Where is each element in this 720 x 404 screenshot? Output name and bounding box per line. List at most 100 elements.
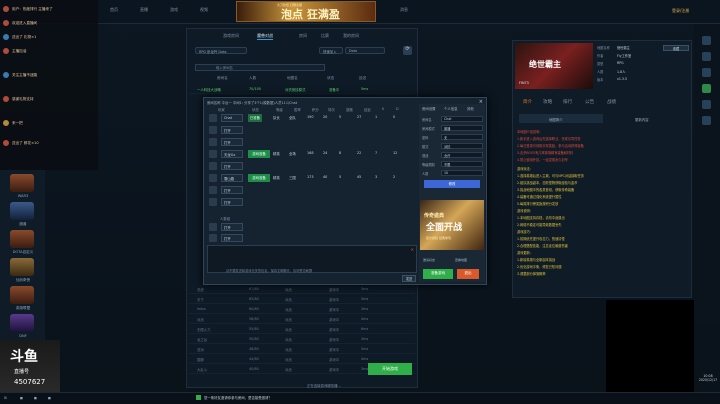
slot-select[interactable]: 打开	[221, 126, 243, 134]
info-value: 1-8人	[617, 70, 626, 74]
tab-notice[interactable]: 公告	[585, 99, 594, 105]
room-search-input[interactable]: 输入房间名	[195, 64, 325, 71]
slot-select[interactable]: 天龙Gx	[221, 150, 243, 158]
nav-item-live[interactable]: 直播	[140, 7, 148, 13]
col-map: 地图名	[287, 76, 298, 80]
chat-input[interactable]: 请不要发送和游戏无关的信息，保持文明聊天。请勿恶意刷屏 ✕	[207, 245, 417, 273]
tab-guide[interactable]: 攻略	[543, 99, 552, 105]
view-map-button[interactable]: 查看地图	[455, 258, 481, 263]
tab-game-rooms[interactable]: 游戏房间	[223, 33, 239, 39]
refresh-icon[interactable]: ⟳	[403, 46, 412, 55]
tab-record[interactable]: 战绩	[607, 99, 616, 105]
modify-button[interactable]: 修改	[424, 180, 480, 188]
start-game-button[interactable]: 开始游戏	[368, 363, 412, 375]
tab-match[interactable]: 比赛	[321, 33, 329, 39]
nav-item-home[interactable]: 首页	[110, 7, 118, 13]
slot-select[interactable]: 雪山路	[221, 174, 243, 182]
player-cell: 2	[393, 175, 396, 179]
nav-item-video[interactable]: 视频	[200, 7, 208, 13]
tab-other[interactable]: 其他	[467, 106, 474, 111]
invite-friends-button[interactable]: 邀请好友	[423, 258, 441, 263]
player-slot[interactable]: 打开	[207, 137, 417, 147]
game-tile[interactable]	[10, 230, 34, 248]
promo-ad[interactable]: 传奇盛典 全面开战 官方授权 经典重现	[420, 200, 484, 250]
table-row[interactable]: 对战 58/80 对战 游戏中 4ms	[189, 315, 415, 324]
player-slot[interactable]: 打开	[207, 197, 417, 207]
player-slot[interactable]: Chat 已准备 队长 全队 190 20 5 27 1 0	[207, 113, 417, 123]
setting-field[interactable]: 允许	[441, 152, 483, 158]
tab-rank[interactable]: 排行	[563, 99, 572, 105]
slot-select[interactable]: 打开	[221, 198, 243, 206]
sidebar-icon[interactable]	[702, 84, 711, 93]
tab-rooms[interactable]: 房间	[299, 33, 307, 39]
top-banner-ad[interactable]: 大刀砍怪 打爆全服 泡点 狂满盈	[236, 1, 376, 22]
sidebar-icon[interactable]	[702, 36, 711, 45]
nav-item-games[interactable]: 游戏	[170, 7, 178, 13]
favorite-button[interactable]: 收藏	[663, 45, 689, 51]
game-tile[interactable]	[10, 314, 34, 332]
sidebar-icon[interactable]	[702, 52, 711, 61]
invite-notification[interactable]: 您一条好友邀请你参与房间，是否接受邀请？	[196, 394, 346, 402]
team2-slot[interactable]: 打开	[207, 222, 417, 232]
game-tile[interactable]	[10, 286, 34, 304]
game-tile[interactable]	[10, 202, 34, 220]
sidebar-icon[interactable]	[702, 116, 711, 125]
setting-field[interactable]: 10	[441, 170, 483, 176]
avatar	[3, 48, 9, 54]
taskbar-app-icon[interactable]: ◼	[48, 396, 51, 400]
game-tile[interactable]	[10, 174, 34, 192]
taskbar-app-icon[interactable]: ◼	[20, 396, 23, 400]
player-slot[interactable]: 打开	[207, 185, 417, 195]
start-menu-icon[interactable]: ⊞	[4, 396, 7, 400]
player-slot[interactable]: 打开	[207, 125, 417, 135]
leave-button[interactable]: 退出	[457, 269, 479, 279]
description-line: 2.网络不稳定可能导致数据丢失	[517, 223, 562, 227]
quick-join-button[interactable]: 快速加入	[319, 47, 343, 54]
table-row[interactable]: 亚洲 48/80 对战 游戏中 5ms	[189, 345, 415, 354]
nav-item-messages[interactable]: 消息	[400, 7, 408, 13]
table-row[interactable]: Imba 60/80 对战 游戏中 3ms	[189, 305, 415, 314]
taskbar-app-icon[interactable]: ◼	[34, 396, 37, 400]
login-link[interactable]: 登录/注册	[672, 8, 689, 14]
description-line: 1.本地图支持存档，请勿中途退出	[517, 216, 565, 220]
tab-room-settings[interactable]: 房间设置	[422, 106, 436, 111]
slot-select[interactable]: Chat	[221, 114, 243, 122]
clear-icon[interactable]: ✕	[411, 247, 414, 252]
subtab-map-intro[interactable]: 地图简介	[549, 117, 563, 122]
table-row[interactable]: 龙之谷 50/80 对战 游戏中 3ms	[189, 335, 415, 344]
table-row[interactable]: 一人科技大战略 70/100 对抗竞技模式 准备中 5ms	[189, 85, 415, 94]
player-slot[interactable]: 打开	[207, 161, 417, 171]
player-cell: 40	[323, 175, 328, 179]
player-slot[interactable]: 雪山路 游戏准备 精英 三国 173 40 5 45 3 2	[207, 173, 417, 183]
map-filter-select[interactable]: RPG 卧龙吟 Dota	[195, 47, 247, 54]
slot-select[interactable]: 打开	[221, 162, 243, 170]
table-row[interactable]: 天下 65/80 对战 游戏中 5ms	[189, 295, 415, 304]
setting-field[interactable]: 不限	[441, 161, 483, 167]
sidebar-icon[interactable]	[702, 68, 711, 77]
slot-select[interactable]: 打开	[221, 234, 243, 242]
slot-select[interactable]: 打开	[221, 186, 243, 194]
table-row[interactable]: 无限火力 55/80 对战 游戏中 6ms	[189, 325, 415, 334]
table-row[interactable]: 总统 67/80 对战 游戏中 3ms	[189, 285, 415, 294]
subtab-updates[interactable]: 更新内容	[635, 117, 649, 122]
player-slot[interactable]: 天龙Gx 游戏准备 精英 全场 168 24 8 22 7 12	[207, 149, 417, 159]
room-settings-panel: 房间设置 个人信息 其他 房间名 Chat 房间模式 普通 密码 无模式 对抗 观战 允许 等级限…	[419, 104, 485, 282]
tab-personal-info[interactable]: 个人信息	[444, 106, 458, 111]
slot-select[interactable]: 打开	[221, 223, 243, 231]
team2-slot[interactable]: 打开	[207, 233, 417, 243]
ready-button[interactable]: 准备游戏	[423, 269, 453, 279]
setting-field[interactable]: 对抗	[441, 143, 483, 149]
tab-my-room[interactable]: 我的房间	[343, 33, 359, 39]
send-button[interactable]: 发送	[402, 275, 416, 282]
avatar	[3, 96, 9, 102]
search-dota-input[interactable]: Dota	[345, 47, 385, 54]
tab-intro[interactable]: 简介	[523, 99, 532, 105]
setting-field[interactable]: 无	[441, 134, 483, 140]
game-tile[interactable]	[10, 258, 34, 276]
tab-war3[interactable]: 魔兽对战	[257, 33, 273, 40]
slot-select[interactable]: 打开	[221, 138, 243, 146]
setting-field[interactable]: Chat	[441, 116, 483, 122]
sidebar-icon[interactable]	[702, 100, 711, 109]
setting-field[interactable]: 普通	[441, 125, 483, 131]
room-cell: 4ms	[361, 317, 369, 321]
